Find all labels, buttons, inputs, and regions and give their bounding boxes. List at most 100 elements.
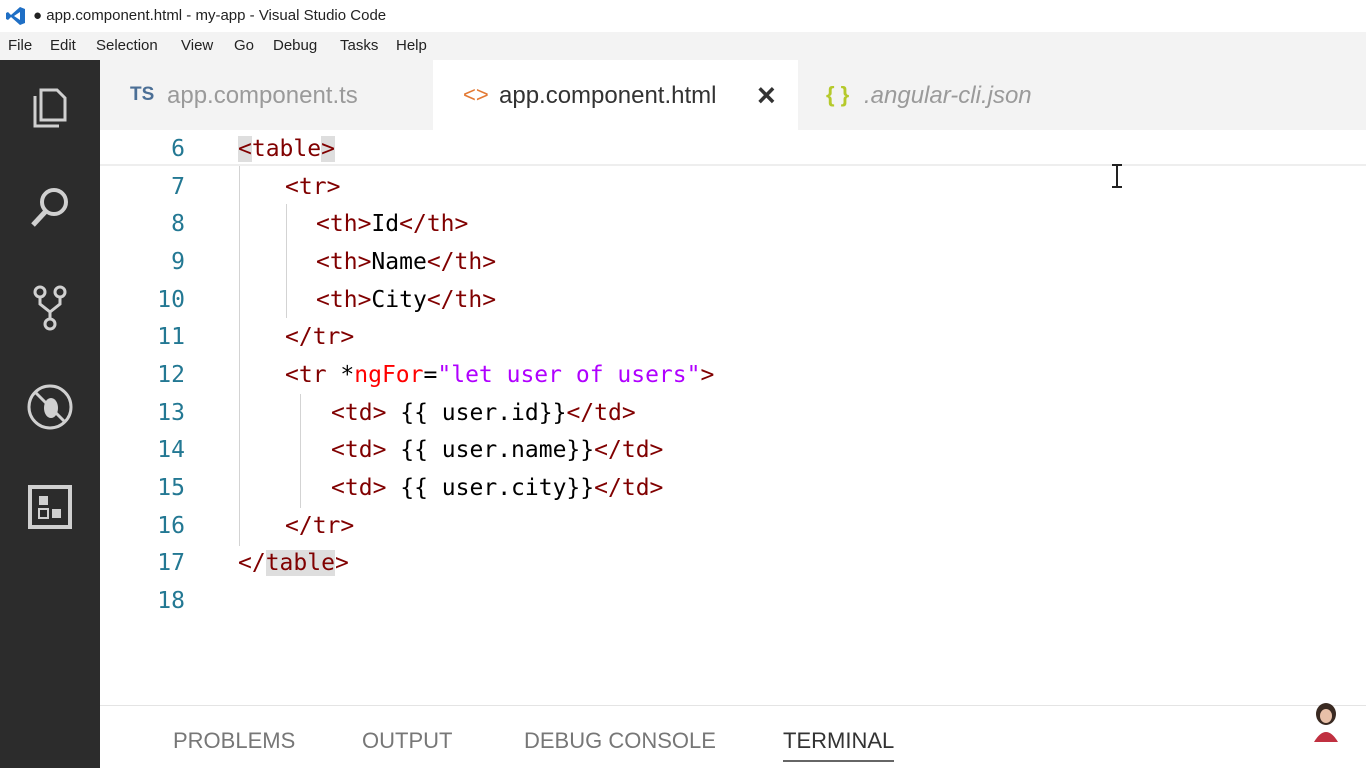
line-number: 14 [157,437,185,463]
vscode-logo-icon [6,7,25,25]
token: Name [371,249,427,275]
token: > [649,437,664,463]
menu-view[interactable]: View [181,37,213,54]
token: th [454,249,483,275]
panel-tab-bar: PROBLEMS OUTPUT DEBUG CONSOLE TERMINAL [100,703,1366,769]
tab-angular-cli-json[interactable]: { } .angular-cli.json [798,60,1098,130]
token: = [423,362,438,388]
token: > [357,287,372,313]
close-icon[interactable]: × [757,77,776,114]
token: < [316,249,330,275]
token: td [621,475,650,501]
menu-selection[interactable]: Selection [96,37,158,54]
token: </ [238,550,266,576]
editor-tab-bar: TS app.component.ts <> app.component.htm… [100,60,1366,130]
code-line-10: <th>City</th> [316,281,496,319]
tab-app-component-html[interactable]: <> app.component.html × [433,60,798,130]
code-line-7: <tr> [285,168,340,206]
extensions-icon[interactable] [25,482,75,532]
tab-label: app.component.html [499,82,717,109]
line-number: 15 [157,475,185,501]
token: th [426,211,455,237]
line-number: 8 [171,211,185,237]
html-icon: <> [463,82,489,107]
menu-go[interactable]: Go [234,37,254,54]
token: tr [298,174,327,200]
code-line-11: </tr> [285,318,354,356]
token: > [357,249,372,275]
search-icon[interactable] [25,182,75,232]
indent-guide [286,204,287,318]
code-line-14: <td> {{ user.name}}</td> [331,431,663,469]
line-number: 6 [171,136,185,162]
window-title: ● app.component.html - my-app - Visual S… [33,7,387,24]
line-number: 17 [157,550,185,576]
explorer-icon[interactable] [25,82,75,132]
channel-avatar-icon [1314,703,1338,742]
token: < [238,136,252,162]
tab-app-component-ts[interactable]: TS app.component.ts [100,60,433,130]
token: table [251,136,322,162]
token: < [331,437,345,463]
code-line-9: <th>Name</th> [316,243,496,281]
token: tr [312,324,341,350]
token: "let user of users" [437,362,701,388]
token: th [329,211,358,237]
code-line-17: </table> [238,544,349,582]
typescript-icon: TS [130,84,155,105]
token: </ [594,437,622,463]
token: th [329,287,358,313]
tab-terminal[interactable]: TERMINAL [783,728,895,762]
json-icon: { } [826,82,850,107]
menu-tasks[interactable]: Tasks [340,37,378,54]
line-number: 10 [157,287,185,313]
token: * [326,362,355,388]
token: > [340,513,355,539]
code-editor[interactable]: 6 7 8 9 10 11 12 13 14 15 16 17 18 <tabl… [100,130,1366,705]
source-control-icon[interactable] [25,282,75,332]
code-line-13: <td> {{ user.id}}</td> [331,394,636,432]
code-line-15: <td> {{ user.city}}</td> [331,469,663,507]
line-number: 11 [157,324,185,350]
token: </ [426,287,455,313]
token: > [334,550,349,576]
debug-icon[interactable] [25,382,75,432]
token: td [344,475,373,501]
line-number: 13 [157,400,185,426]
token: table [265,550,335,576]
token: {{ user.id}} [400,400,567,426]
line-number: 16 [157,513,185,539]
token: ngFor [354,362,424,388]
menu-debug[interactable]: Debug [273,37,317,54]
line-number: 9 [171,249,185,275]
token: > [482,249,497,275]
tab-output[interactable]: OUTPUT [362,728,452,754]
activity-bar [0,60,100,768]
tab-debug-console[interactable]: DEBUG CONSOLE [524,728,716,754]
tab-problems[interactable]: PROBLEMS [173,728,295,754]
code-line-8: <th>Id</th> [316,205,468,243]
token: th [454,287,483,313]
token: > [340,324,355,350]
token: > [482,287,497,313]
text-cursor-icon [1112,164,1122,188]
menu-bar: File Edit Selection View Go Debug Tasks … [0,32,1366,60]
token: < [316,211,330,237]
token: </ [285,324,313,350]
token: < [285,174,299,200]
menu-file[interactable]: File [8,37,32,54]
token: tr [298,362,327,388]
token: > [621,400,636,426]
menu-edit[interactable]: Edit [50,37,76,54]
token: Id [371,211,400,237]
token: City [371,287,427,313]
token: < [331,475,345,501]
token: > [372,400,401,426]
line-number: 7 [171,174,185,200]
token: </ [285,513,313,539]
code-line-12: <tr *ngFor="let user of users"> [285,356,714,394]
token: > [357,211,372,237]
token: > [454,211,469,237]
menu-help[interactable]: Help [396,37,427,54]
token: td [594,400,622,426]
